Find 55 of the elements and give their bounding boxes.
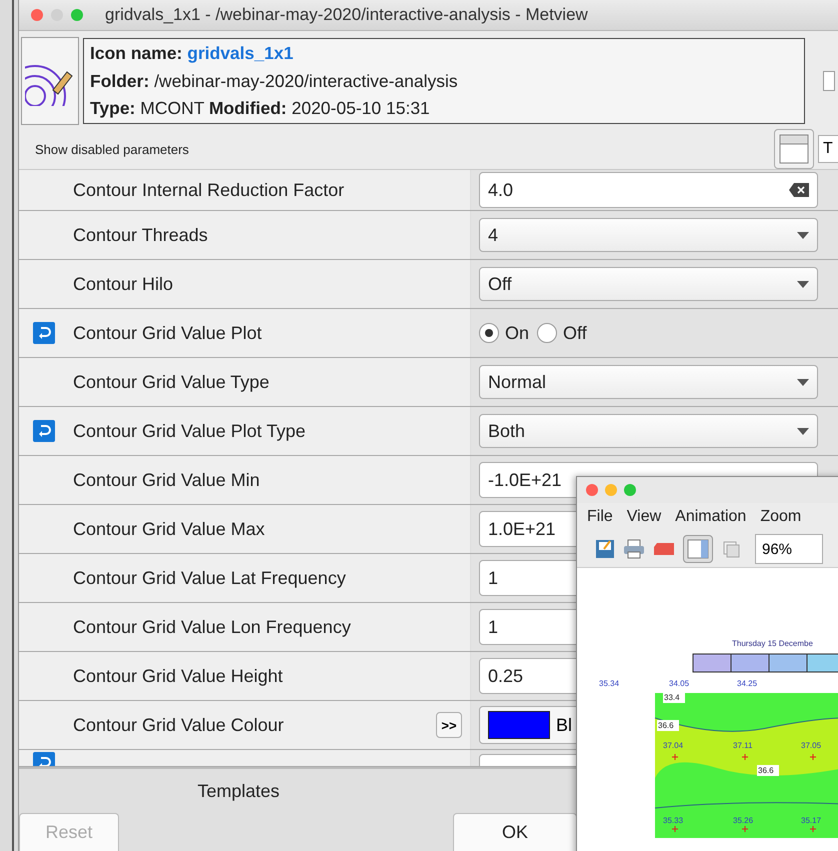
layout-button[interactable] bbox=[774, 129, 814, 169]
parameter-label: Contour Hilo bbox=[73, 274, 174, 294]
print-icon[interactable] bbox=[623, 539, 645, 559]
caret-icon bbox=[797, 378, 809, 386]
input-field[interactable]: 4.0 bbox=[479, 172, 818, 208]
parameter-label: Contour Grid Value Max bbox=[73, 518, 266, 540]
reset-icon[interactable] bbox=[33, 322, 55, 344]
parameter-label: Contour Grid Value Height bbox=[73, 666, 284, 686]
tab-button[interactable]: T bbox=[818, 135, 838, 163]
menu-item[interactable]: Animation bbox=[675, 508, 746, 526]
parameter-label: Contour Grid Value Plot bbox=[73, 322, 263, 344]
ok-button[interactable]: OK bbox=[453, 813, 577, 851]
menu-item[interactable]: View bbox=[626, 508, 662, 526]
folder-line: Folder: /webinar-may-2020/interactive-analysis bbox=[90, 70, 459, 92]
dropdown[interactable]: Normal bbox=[479, 365, 818, 399]
templates-label: Templates bbox=[197, 780, 280, 802]
caret-icon bbox=[797, 280, 809, 288]
radio-option[interactable]: On bbox=[479, 322, 530, 344]
parameter-label: Contour Grid Value Min bbox=[73, 470, 261, 490]
caret-icon bbox=[797, 428, 809, 434]
clear-icon[interactable] bbox=[789, 183, 809, 197]
radio-label: On bbox=[505, 322, 530, 344]
layers-icon[interactable] bbox=[721, 539, 741, 559]
dropdown[interactable]: Both bbox=[479, 414, 818, 448]
parameter-label: Contour Grid Value Colour bbox=[73, 714, 285, 736]
expand-button[interactable]: >> bbox=[436, 712, 462, 738]
side-panel-edge bbox=[823, 71, 835, 91]
zoom-button[interactable] bbox=[624, 484, 636, 496]
parameter-label: Contour Grid Value Lat Frequency bbox=[73, 568, 347, 588]
radio-label: Off bbox=[563, 322, 587, 344]
dropdown[interactable]: Off bbox=[479, 267, 818, 301]
type-line: Type: MCONT Modified: 2020-05-10 15:31 bbox=[90, 98, 431, 119]
close-button[interactable] bbox=[31, 9, 43, 21]
reset-icon[interactable] bbox=[33, 420, 55, 442]
icon-name-line: Icon name: gridvals_1x1 bbox=[90, 43, 294, 64]
zoom-button[interactable] bbox=[71, 9, 83, 21]
export-icon[interactable] bbox=[653, 542, 675, 556]
window-title: gridvals_1x1 - /webinar-may-2020/interactive-analysis - Metview bbox=[105, 5, 588, 25]
parameter-label: Contour Grid Value Type bbox=[73, 372, 270, 392]
radio-option[interactable]: Off bbox=[537, 322, 587, 344]
caret-icon bbox=[797, 232, 809, 238]
radio-button[interactable] bbox=[479, 323, 499, 343]
save-icon[interactable] bbox=[595, 539, 615, 559]
parameter-label: Contour Grid Value Lon Frequency bbox=[73, 616, 352, 638]
radio-button[interactable] bbox=[537, 323, 558, 343]
sidebar-toggle-button[interactable] bbox=[683, 535, 713, 563]
contour-icon bbox=[21, 37, 79, 125]
parameter-label: Contour Grid Value Plot Type bbox=[73, 420, 306, 442]
parameter-label: Contour Threads bbox=[73, 224, 209, 246]
parameter-label: Contour Internal Reduction Factor bbox=[73, 180, 346, 200]
zoom-field[interactable]: 96% bbox=[755, 534, 823, 564]
menu-item[interactable]: File bbox=[587, 508, 613, 526]
close-button[interactable] bbox=[586, 484, 598, 496]
menu-item[interactable]: Zoom bbox=[760, 508, 802, 526]
dropdown[interactable]: 4 bbox=[479, 218, 818, 252]
